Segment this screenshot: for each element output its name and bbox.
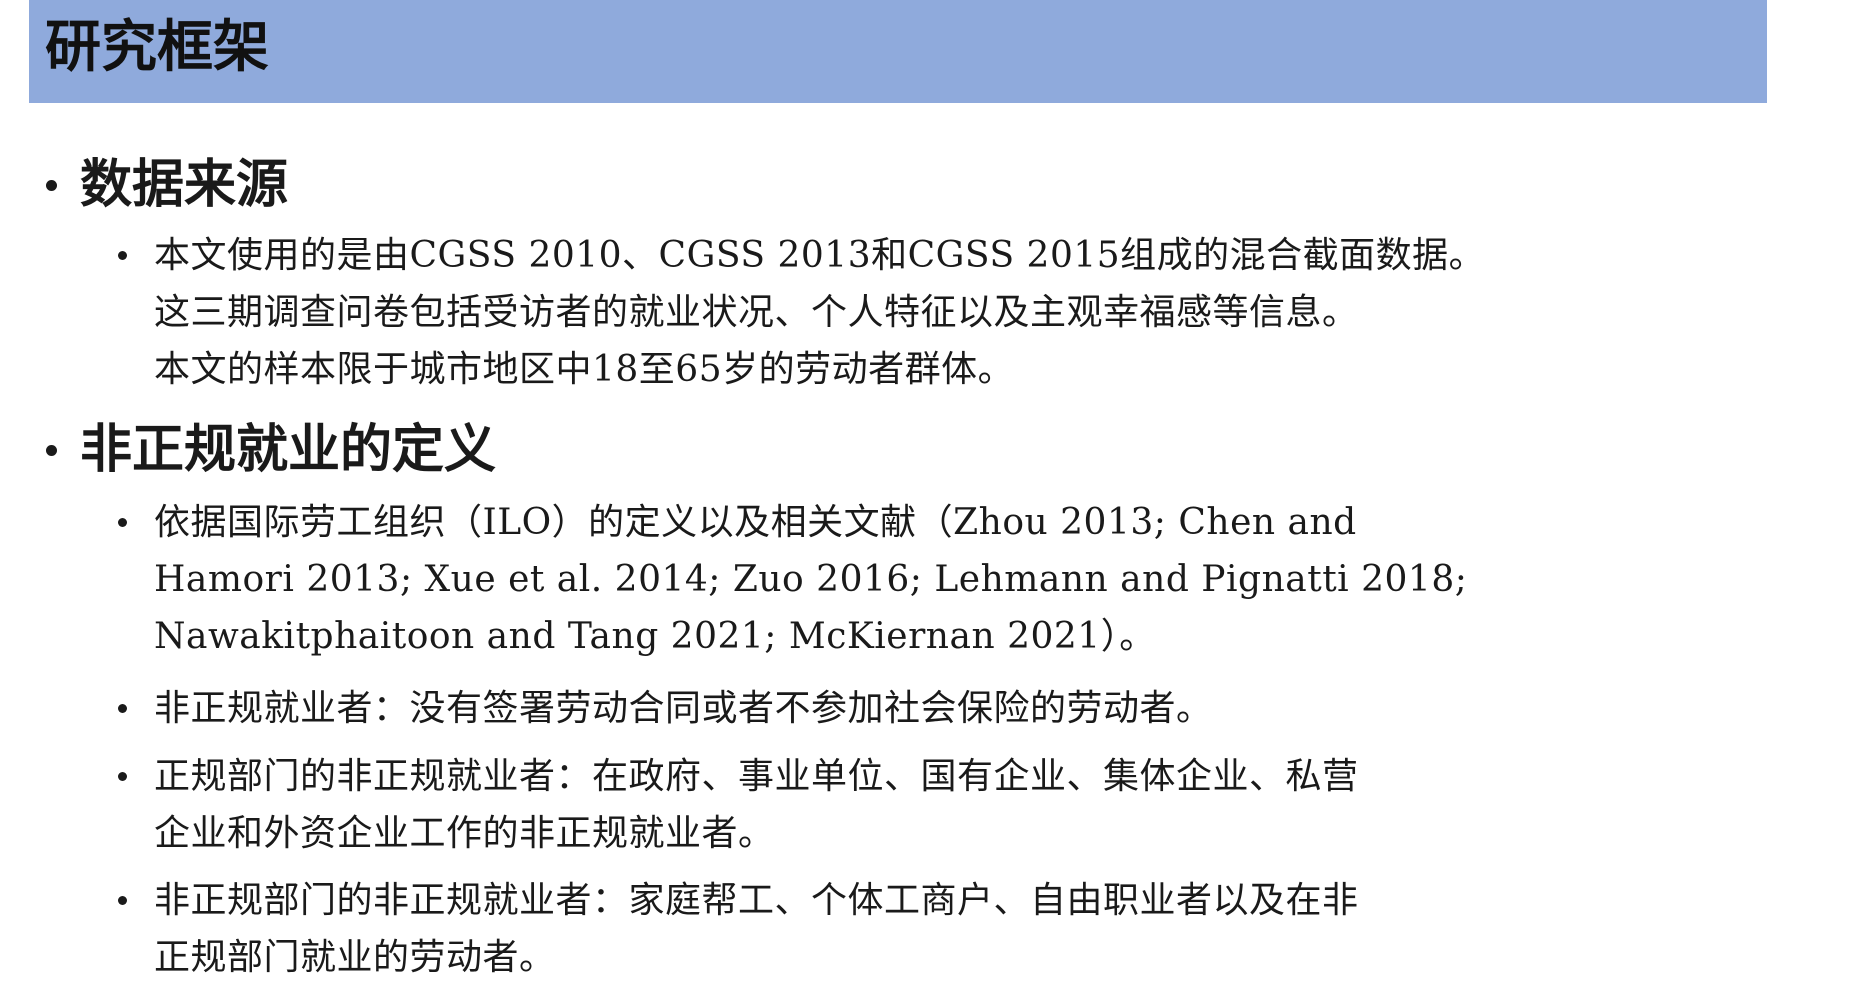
- bullet-icon: [46, 180, 57, 191]
- bullet-icon: [46, 445, 57, 456]
- section-heading: 非正规就业的定义: [44, 417, 496, 483]
- bullet-item-formal-sector-informal: 正规部门的非正规就业者：在政府、事业单位、国有企业、集体企业、私营 企业和外资企…: [118, 748, 1758, 862]
- bullet-item-informal-worker: 非正规就业者：没有签署劳动合同或者不参加社会保险的劳动者。: [118, 680, 1758, 737]
- bullet-item-data-source: 本文使用的是由CGSS 2010、CGSS 2013和CGSS 2015组成的混…: [118, 227, 1758, 398]
- section-data-source: 数据来源: [44, 152, 288, 218]
- slide-content: 数据来源 本文使用的是由CGSS 2010、CGSS 2013和CGSS 201…: [0, 0, 1851, 978]
- bullet-line: 非正规部门的非正规就业者：家庭帮工、个体工商户、自由职业者以及在非: [154, 880, 1359, 921]
- section-informal-employment-definition: 非正规就业的定义: [44, 417, 496, 483]
- bullet-line: 本文的样本限于城市地区中18至65岁的劳动者群体。: [154, 349, 1015, 390]
- bullet-item-informal-sector-informal: 非正规部门的非正规就业者：家庭帮工、个体工商户、自由职业者以及在非 正规部门就业…: [118, 872, 1758, 986]
- bullet-line: Nawakitphaitoon and Tang 2021; McKiernan…: [154, 616, 1156, 657]
- bullet-line: Hamori 2013; Xue et al. 2014; Zuo 2016; …: [154, 559, 1468, 600]
- bullet-line: 企业和外资企业工作的非正规就业者。: [154, 813, 775, 854]
- bullet-icon: [118, 518, 127, 527]
- bullet-line: 正规部门就业的劳动者。: [154, 937, 556, 978]
- bullet-line: 本文使用的是由CGSS 2010、CGSS 2013和CGSS 2015组成的混…: [154, 235, 1486, 276]
- bullet-line: 非正规就业者：没有签署劳动合同或者不参加社会保险的劳动者。: [154, 688, 1213, 729]
- bullet-icon: [118, 251, 127, 260]
- bullet-icon: [118, 704, 127, 713]
- section-heading-text: 非正规就业的定义: [80, 420, 497, 480]
- bullet-line: 依据国际劳工组织（ILO）的定义以及相关文献（Zhou 2013; Chen a…: [154, 502, 1357, 543]
- bullet-line: 这三期调查问卷包括受访者的就业状况、个人特征以及主观幸福感等信息。: [154, 292, 1359, 333]
- bullet-item-ilo-definition: 依据国际劳工组织（ILO）的定义以及相关文献（Zhou 2013; Chen a…: [118, 494, 1758, 665]
- bullet-line: 正规部门的非正规就业者：在政府、事业单位、国有企业、集体企业、私营: [154, 756, 1359, 797]
- section-heading: 数据来源: [44, 152, 288, 218]
- section-heading-text: 数据来源: [80, 155, 289, 215]
- bullet-icon: [118, 772, 127, 781]
- bullet-icon: [118, 896, 127, 905]
